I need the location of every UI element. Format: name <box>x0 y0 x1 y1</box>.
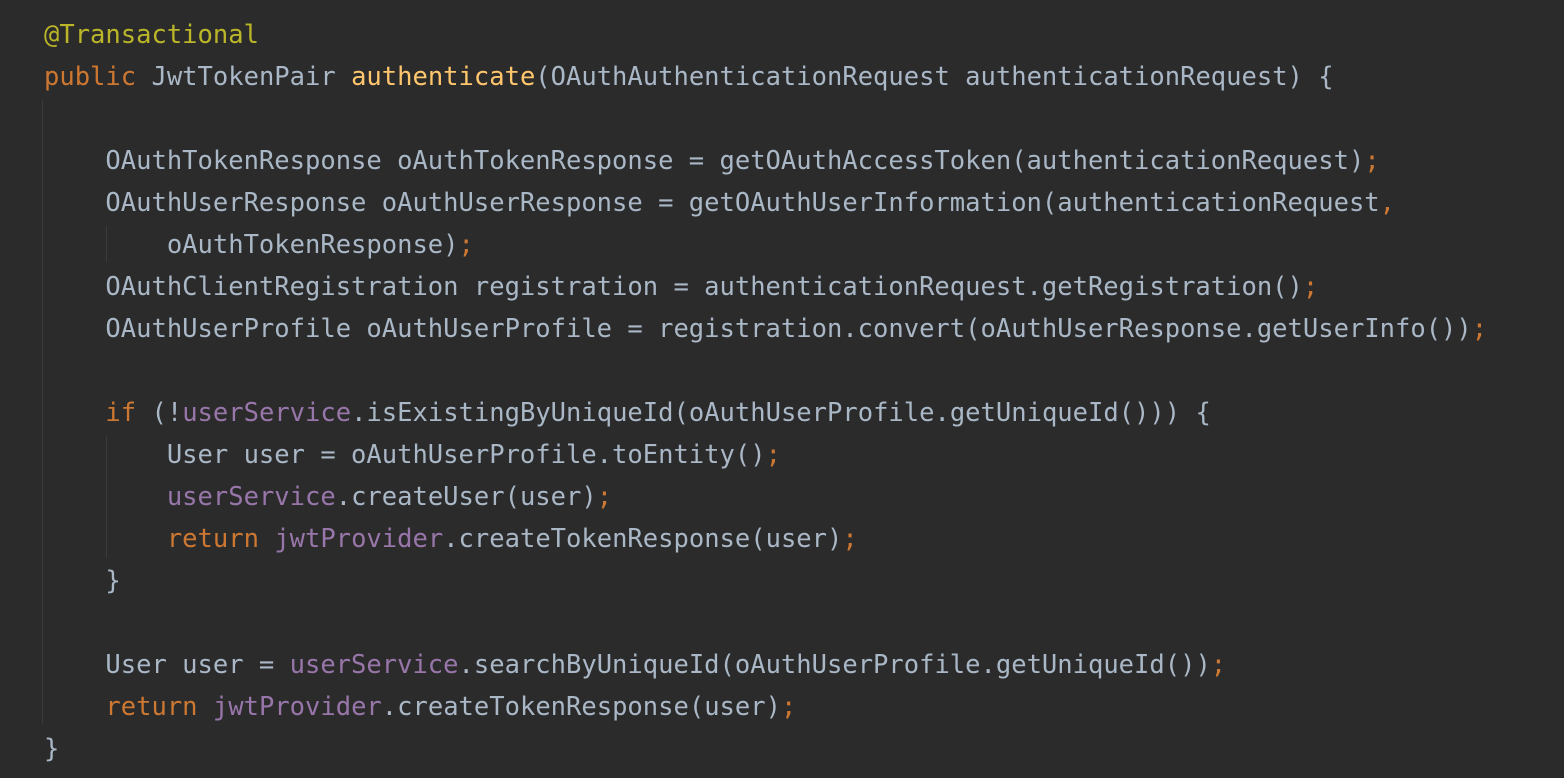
code-token: (! <box>136 398 183 428</box>
field-token: jwtProvider <box>212 692 382 722</box>
field-token: userService <box>166 482 336 512</box>
code-token: OAuthUserResponse oAuthUserResponse = ge… <box>44 188 1380 218</box>
code-line[interactable]: OAuthUserProfile oAuthUserProfile = regi… <box>44 308 1487 350</box>
annotation-token: @Transactional <box>44 20 259 50</box>
code-token: User user = <box>44 650 290 680</box>
code-token: OAuthTokenResponse oAuthTokenResponse = … <box>44 146 1365 176</box>
code-token: oAuthTokenResponse) <box>44 230 459 260</box>
keyword-token: ; <box>842 524 858 554</box>
code-line[interactable]: User user = oAuthUserProfile.toEntity(); <box>44 434 781 476</box>
code-line[interactable]: public JwtTokenPair authenticate(OAuthAu… <box>44 56 1334 98</box>
code-line[interactable]: oAuthTokenResponse); <box>44 224 474 266</box>
code-editor[interactable]: @Transactional public JwtTokenPair authen… <box>0 0 1564 778</box>
code-line[interactable]: return jwtProvider.createTokenResponse(u… <box>44 686 796 728</box>
code-line[interactable]: OAuthClientRegistration registration = a… <box>44 266 1318 308</box>
keyword-token: , <box>1379 188 1396 218</box>
keyword-token: ; <box>780 692 797 722</box>
code-line[interactable]: User user = userService.searchByUniqueId… <box>44 644 1226 686</box>
code-token: .createTokenResponse(user) <box>381 692 781 722</box>
keyword-token: ; <box>1364 146 1380 176</box>
keyword-token: return <box>166 524 259 554</box>
keyword-token: return <box>105 692 198 722</box>
code-line[interactable]: OAuthTokenResponse oAuthTokenResponse = … <box>44 140 1380 182</box>
code-token: (OAuthAuthenticationRequest authenticati… <box>535 62 1334 92</box>
code-token: OAuthUserProfile oAuthUserProfile = regi… <box>44 314 1472 344</box>
code-line[interactable]: OAuthUserResponse oAuthUserResponse = ge… <box>44 182 1395 224</box>
code-token: .isExistingByUniqueId(oAuthUserProfile.g… <box>351 398 1211 428</box>
code-token: } <box>44 734 60 764</box>
code-line[interactable]: @Transactional <box>44 14 259 56</box>
keyword-token: ; <box>1210 650 1227 680</box>
code-token: JwtTokenPair <box>136 62 352 92</box>
keyword-token: ; <box>765 440 781 470</box>
code-line[interactable]: if (!userService.isExistingByUniqueId(oA… <box>44 392 1211 434</box>
keyword-token: public <box>44 62 137 92</box>
code-token: .searchByUniqueId(oAuthUserProfile.getUn… <box>458 650 1211 680</box>
code-token: .createUser(user) <box>335 482 597 512</box>
code-line[interactable]: userService.createUser(user); <box>44 476 612 518</box>
field-token: jwtProvider <box>274 524 444 554</box>
code-token: } <box>44 566 121 596</box>
keyword-token: ; <box>1471 314 1488 344</box>
code-token: .createTokenResponse(user) <box>443 524 843 554</box>
keyword-token: ; <box>596 482 613 512</box>
code-line[interactable]: return jwtProvider.createTokenResponse(u… <box>44 518 858 560</box>
code-line[interactable]: } <box>44 560 121 602</box>
code-line[interactable]: } <box>44 728 59 770</box>
code-token: OAuthClientRegistration registration = a… <box>44 272 1303 302</box>
method-name-token: authenticate <box>351 62 536 92</box>
keyword-token: ; <box>458 230 474 260</box>
indent-guide-method-body <box>42 100 43 724</box>
field-token: userService <box>182 398 352 428</box>
field-token: userService <box>289 650 459 680</box>
keyword-token: ; <box>1302 272 1319 302</box>
code-token: User user = oAuthUserProfile.toEntity() <box>44 440 766 470</box>
keyword-token: if <box>105 398 137 428</box>
